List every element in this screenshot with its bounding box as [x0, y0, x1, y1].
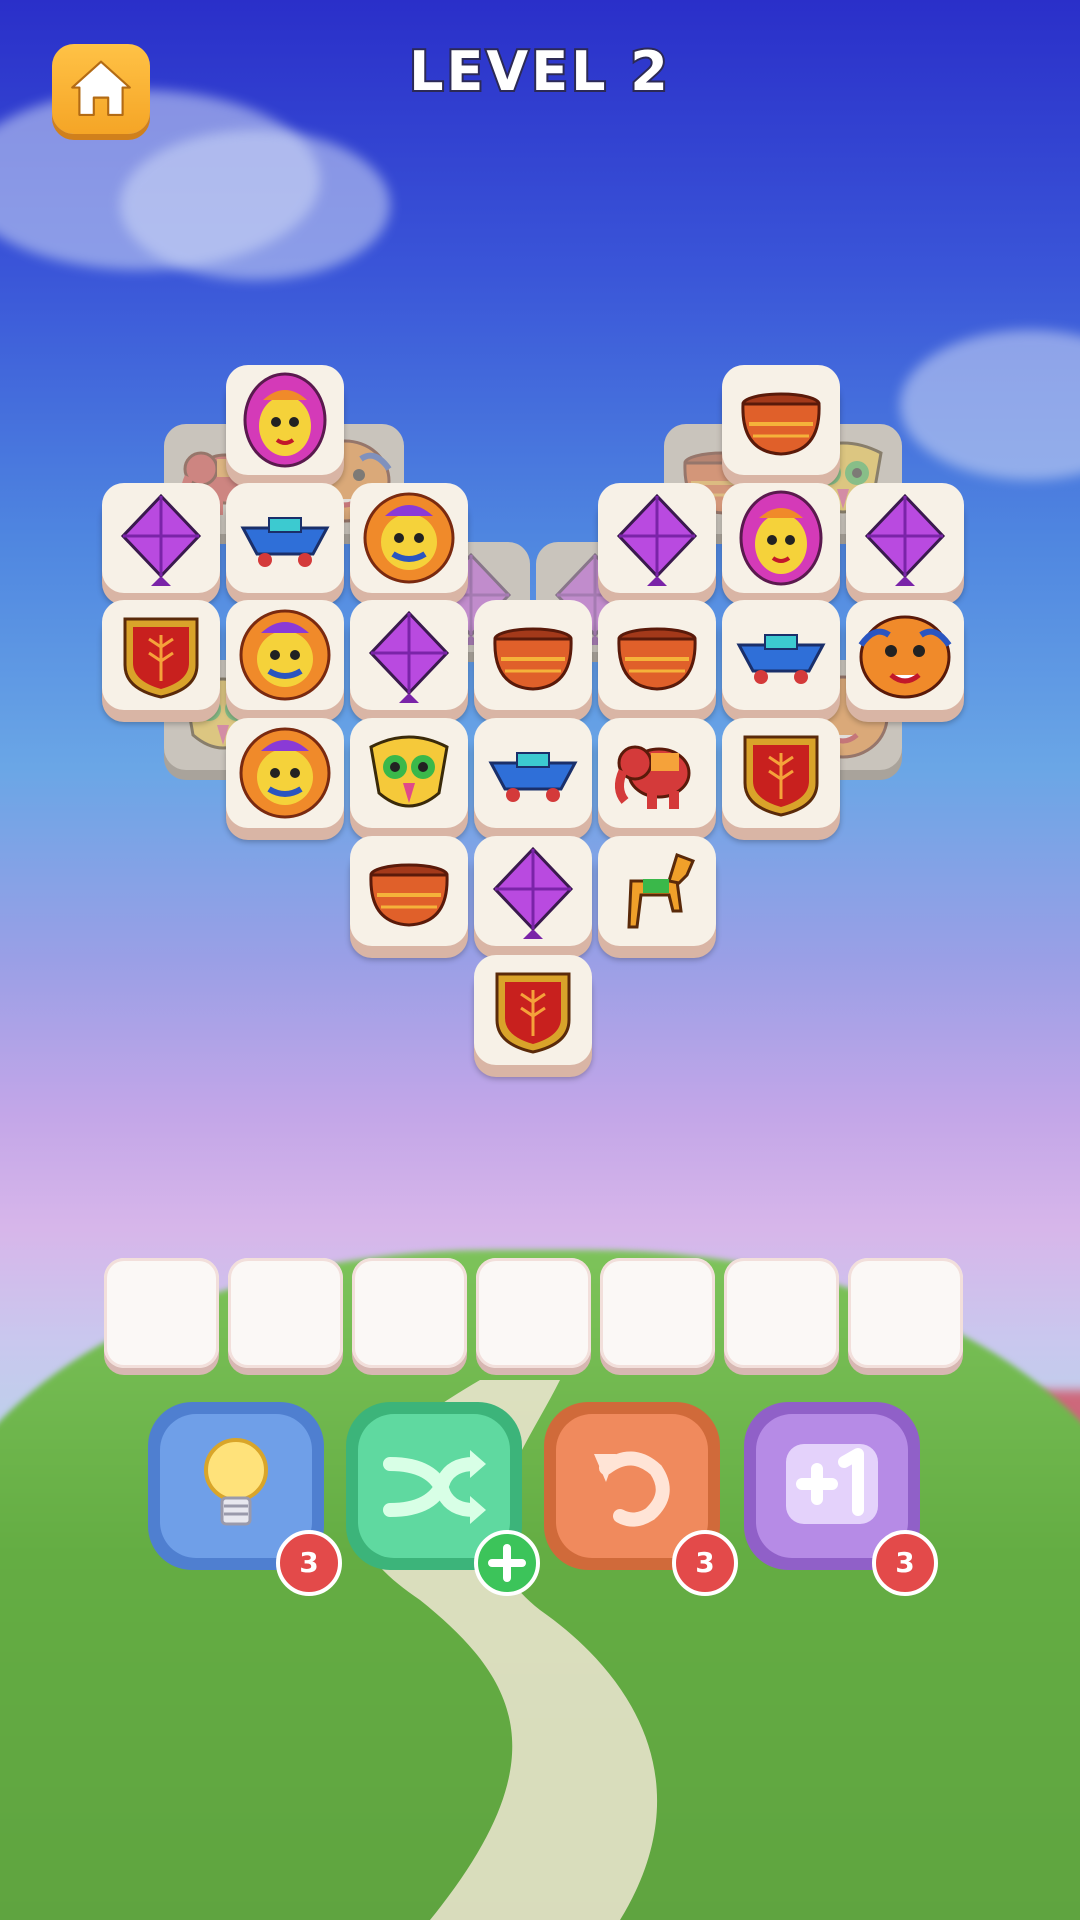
tile-horse-toy[interactable] — [598, 836, 716, 958]
tray-slot — [352, 1258, 467, 1368]
tile-clay-pot[interactable] — [350, 836, 468, 958]
tile-toy-boat[interactable] — [722, 600, 840, 722]
queen-mask-icon — [243, 372, 327, 468]
clay-pot-icon — [617, 627, 697, 691]
tray-slot — [724, 1258, 839, 1368]
tile-clay-pot[interactable] — [474, 600, 592, 722]
undo-icon — [594, 1451, 670, 1527]
tile-clay-pot[interactable] — [722, 365, 840, 487]
tray-slot — [476, 1258, 591, 1368]
tile-king-mask[interactable] — [350, 483, 468, 605]
king-mask-icon — [239, 727, 331, 819]
fan-flag-icon — [495, 972, 571, 1054]
tile-owl-mask[interactable] — [350, 718, 468, 840]
toy-boat-icon — [736, 634, 826, 684]
undo-button[interactable]: 3 — [544, 1402, 738, 1596]
tile-elephant-toy[interactable] — [598, 718, 716, 840]
home-button[interactable] — [52, 44, 150, 134]
tile-kite[interactable] — [350, 600, 468, 722]
tile-toy-boat[interactable] — [474, 718, 592, 840]
tray-slot — [104, 1258, 219, 1368]
count-badge: 3 — [276, 1530, 342, 1596]
tile-fan-flag[interactable] — [474, 955, 592, 1077]
home-icon — [71, 60, 131, 116]
tile-tiger-mask[interactable] — [846, 600, 964, 722]
level-title: LEVEL 2 — [407, 38, 671, 105]
kite-icon — [616, 493, 698, 586]
tile-fan-flag[interactable] — [722, 718, 840, 840]
tile-kite[interactable] — [846, 483, 964, 605]
clay-pot-icon — [741, 392, 821, 456]
toy-boat-icon — [488, 752, 578, 802]
tile-clay-pot[interactable] — [598, 600, 716, 722]
plus-one-icon — [786, 1444, 878, 1524]
lightbulb-icon — [204, 1438, 268, 1526]
extra-slot-button[interactable]: 3 — [744, 1402, 938, 1596]
tray-slot — [600, 1258, 715, 1368]
owl-mask-icon — [369, 735, 449, 808]
tile-queen-mask[interactable] — [722, 483, 840, 605]
count-badge: 3 — [872, 1530, 938, 1596]
clay-pot-icon — [493, 627, 573, 691]
kite-icon — [492, 846, 574, 939]
horse-toy-icon — [627, 853, 695, 929]
tile-fan-flag[interactable] — [102, 600, 220, 722]
fan-flag-icon — [743, 735, 819, 817]
tile-king-mask[interactable] — [226, 600, 344, 722]
fan-flag-icon — [123, 617, 199, 699]
elephant-toy-icon — [615, 745, 691, 809]
kite-icon — [368, 610, 450, 703]
shuffle-icon — [383, 1450, 486, 1524]
shuffle-button[interactable] — [346, 1402, 540, 1596]
toy-boat-icon — [240, 517, 330, 567]
tray-slot — [228, 1258, 343, 1368]
tile-kite[interactable] — [102, 483, 220, 605]
tile-queen-mask[interactable] — [226, 365, 344, 487]
queen-mask-icon — [739, 490, 823, 586]
king-mask-icon — [239, 609, 331, 701]
count-badge: 3 — [672, 1530, 738, 1596]
kite-icon — [864, 493, 946, 586]
hint-button[interactable]: 3 — [148, 1402, 342, 1596]
clay-pot-icon — [369, 863, 449, 927]
tiger-mask-icon — [858, 615, 952, 699]
tile-kite[interactable] — [474, 836, 592, 958]
add-plus-icon[interactable] — [474, 1530, 540, 1596]
king-mask-icon — [363, 492, 455, 584]
tile-king-mask[interactable] — [226, 718, 344, 840]
game-screen: LEVEL 2 3 3 3 — [0, 0, 1080, 1920]
tile-kite[interactable] — [598, 483, 716, 605]
tile-toy-boat[interactable] — [226, 483, 344, 605]
kite-icon — [120, 493, 202, 586]
tray-slot — [848, 1258, 963, 1368]
